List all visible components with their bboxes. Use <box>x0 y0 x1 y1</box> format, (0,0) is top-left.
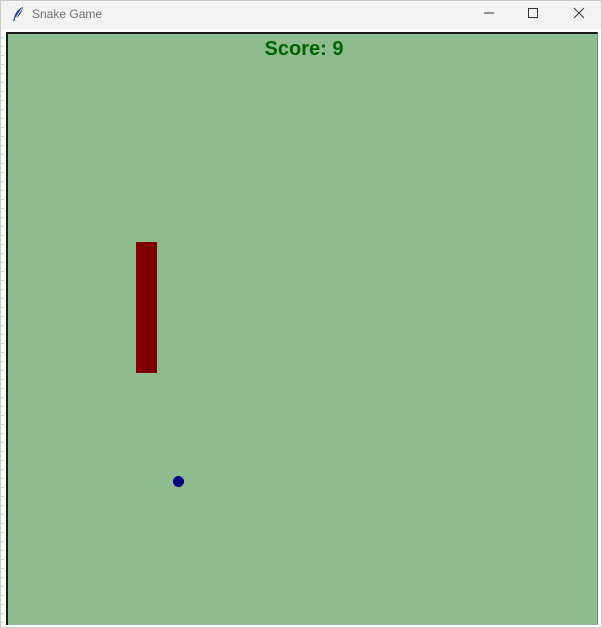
close-icon <box>573 6 585 24</box>
title-bar[interactable]: Snake Game <box>1 1 601 29</box>
minimize-icon <box>483 6 495 24</box>
close-button[interactable] <box>557 1 601 29</box>
minimize-button[interactable] <box>467 1 511 29</box>
feather-icon <box>11 6 25 22</box>
left-edge-strip <box>1 29 4 627</box>
maximize-button[interactable] <box>511 1 555 29</box>
maximize-icon <box>527 6 539 24</box>
score-label: Score: 9 <box>264 38 344 60</box>
food-dot <box>173 476 184 487</box>
game-canvas[interactable]: Score: 9 <box>6 32 598 625</box>
snake-body <box>136 242 157 373</box>
window-client-area: Score: 9 <box>1 29 601 627</box>
window-title: Snake Game <box>32 7 103 21</box>
app-window: Snake Game Score: 9 <box>0 0 602 628</box>
